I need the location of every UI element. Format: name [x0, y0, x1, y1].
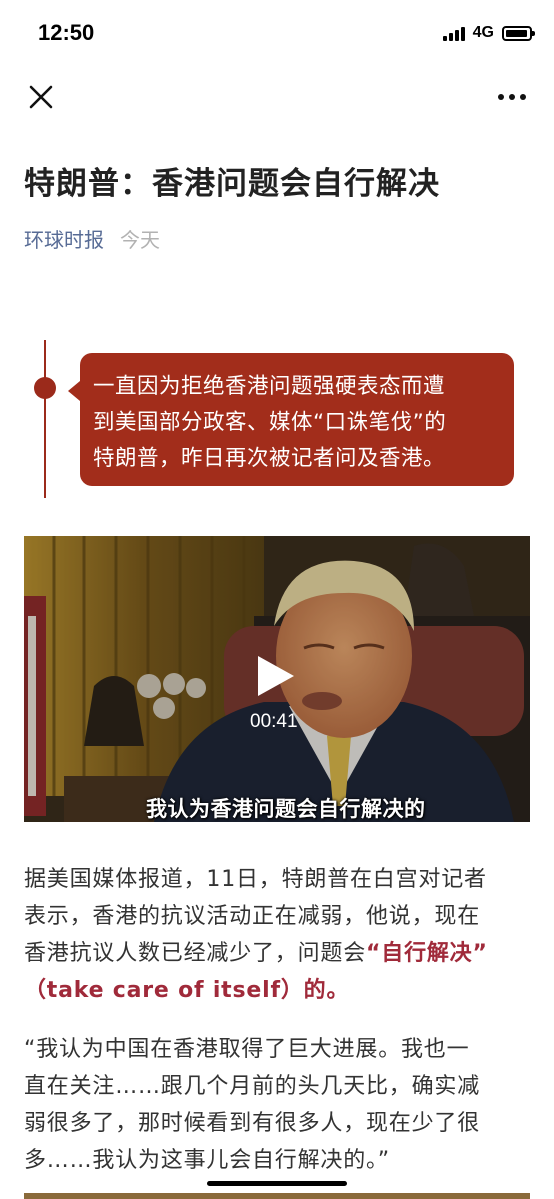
status-bar: 12:50 4G — [0, 0, 554, 66]
paragraph-line: 弱很多了，那时候看到有很多人，现在少了很 — [24, 1111, 481, 1136]
paragraph-line: 表示，香港的抗议活动正在减弱，他说，现在 — [24, 904, 481, 929]
video-subtitle: 我认为香港问题会自行解决的 — [146, 797, 426, 821]
timeline-dot — [34, 377, 56, 399]
paragraph-line: 直在关注……跟几个月前的头几天比，确实减 — [24, 1074, 481, 1099]
article-paragraph: 据美国媒体报道，11日，特朗普在白宫对记者 表示，香港的抗议活动正在减弱，他说，… — [24, 861, 534, 1009]
highlight-text: 的。 — [303, 978, 350, 1003]
close-icon[interactable] — [26, 82, 56, 112]
more-icon[interactable] — [496, 82, 528, 112]
battery-icon — [502, 25, 535, 41]
network-type: 4G — [472, 24, 494, 41]
highlight-text: （take care of itself） — [24, 978, 304, 1003]
signal-icon — [442, 25, 465, 41]
article-date: 今天 — [120, 228, 160, 252]
paragraph-text: 香港抗议人数已经减少了，问题会 — [24, 941, 367, 966]
paragraph-line: （take care of itself）的。 — [24, 972, 534, 1009]
paragraph-line: 香港抗议人数已经减少了，问题会“自行解决” — [24, 935, 534, 972]
paragraph-line: “我认为中国在香港取得了巨大进展。我也一 — [24, 1037, 470, 1062]
callout-box: 一直因为拒绝香港问题强硬表态而遭 到美国部分政客、媒体“口诛笔伐”的 特朗普，昨… — [68, 353, 514, 486]
play-icon[interactable] — [256, 654, 296, 698]
article-source-link[interactable]: 环球时报 — [24, 224, 104, 253]
paragraph-line: 据美国媒体报道，11日，特朗普在白宫对记者 — [24, 867, 487, 892]
video-duration: 00:41 — [250, 711, 298, 732]
status-time: 12:50 — [38, 20, 95, 45]
next-image-edge — [24, 1193, 530, 1199]
callout-line: 到美国部分政客、媒体“口诛笔伐”的 — [93, 410, 447, 435]
article-page: 12:50 4G 特朗普：香港问题会自行解决 环球时报 今天 一直因为拒绝香港问… — [0, 0, 554, 1199]
highlight-text: “自行解决” — [366, 941, 488, 966]
status-indicators: 4G — [442, 24, 535, 42]
paragraph-line: 多……我认为这事儿会自行解决的。” — [24, 1148, 390, 1173]
article-title: 特朗普：香港问题会自行解决 — [24, 166, 440, 202]
timeline-line — [44, 340, 46, 498]
callout-line: 特朗普，昨日再次被记者问及香港。 — [93, 446, 446, 471]
article-meta: 环球时报 今天 — [24, 224, 160, 253]
article-paragraph: “我认为中国在香港取得了巨大进展。我也一 直在关注……跟几个月前的头几天比，确实… — [24, 1031, 534, 1179]
home-indicator[interactable] — [207, 1181, 347, 1186]
callout-line: 一直因为拒绝香港问题强硬表态而遭 — [93, 374, 446, 399]
